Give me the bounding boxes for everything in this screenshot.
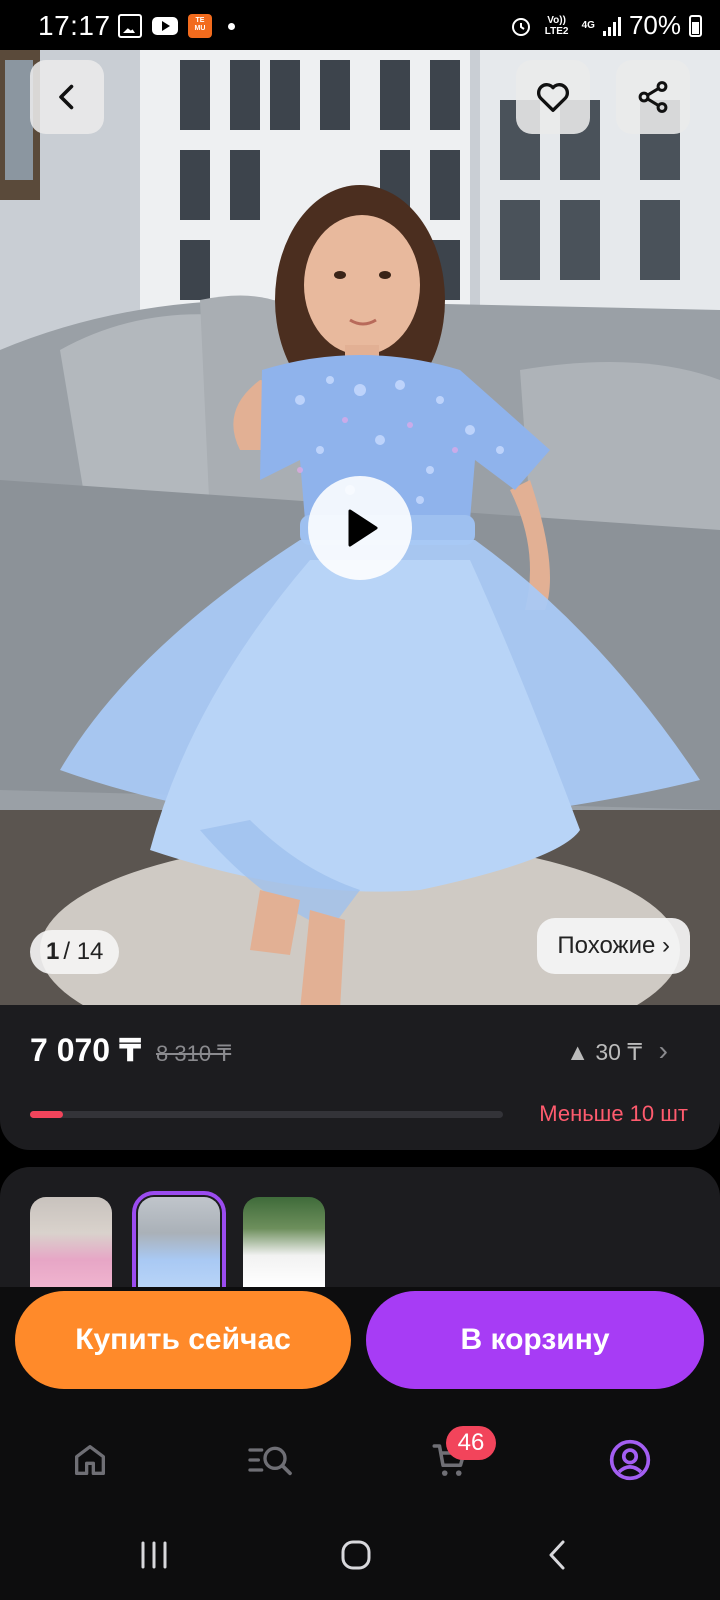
play-icon: [348, 509, 378, 547]
alarm-icon: [511, 17, 530, 36]
stock-progress-bar: [30, 1111, 503, 1118]
battery-icon: [689, 14, 702, 37]
cart-count-badge: 46: [446, 1426, 496, 1460]
price-card: 7 070 ₸ 8 310 ₸ ▲ 30 ₸ › Меньше 10 шт: [0, 1005, 720, 1150]
play-video-button[interactable]: [308, 476, 412, 580]
back-arrow-icon: [549, 1540, 565, 1570]
variant-thumbnail-pink[interactable]: [30, 1197, 112, 1287]
recent-apps-button[interactable]: [124, 1530, 184, 1580]
price-drop[interactable]: ▲ 30 ₸: [566, 1039, 642, 1066]
recent-apps-icon: [141, 1541, 167, 1569]
home-icon: [75, 1445, 106, 1475]
battery-level: 70%: [628, 10, 681, 40]
heart-icon: [537, 83, 569, 113]
youtube-icon: [152, 17, 178, 35]
stock-progress-fill: [30, 1111, 64, 1118]
system-icons: Vo)) LTE2 4G 70%: [510, 10, 702, 41]
notification-icons: TE MU: [118, 14, 235, 38]
chevron-left-icon: [59, 84, 74, 110]
similar-button[interactable]: Похожие ›: [537, 918, 690, 974]
bottom-tab-bar: 46: [0, 1412, 720, 1512]
share-button[interactable]: [616, 60, 690, 134]
gallery-icon: [118, 14, 142, 38]
action-bar: Купить сейчас В корзину: [0, 1287, 720, 1412]
share-icon: [638, 81, 668, 113]
network-type: 4G: [581, 20, 595, 31]
system-navigation-bar: [0, 1512, 720, 1600]
home-nav-button[interactable]: [326, 1530, 386, 1580]
tab-profile[interactable]: [600, 1432, 660, 1488]
back-button[interactable]: [30, 60, 104, 134]
tab-home[interactable]: [60, 1432, 120, 1488]
image-counter: 1 / 14: [30, 930, 120, 974]
image-counter-total: / 14: [63, 938, 104, 965]
product-image[interactable]: 1 / 14 Похожие ›: [0, 50, 720, 1005]
image-counter-current: 1: [46, 938, 60, 965]
back-nav-button[interactable]: [528, 1530, 588, 1580]
more-notifications-dot: [228, 22, 235, 30]
buy-now-button[interactable]: Купить сейчас: [15, 1291, 351, 1389]
similar-label: Похожие ›: [557, 932, 670, 959]
add-to-cart-button[interactable]: В корзину: [366, 1291, 704, 1389]
temu-icon: TE MU: [188, 14, 212, 38]
favorite-button[interactable]: [516, 60, 590, 134]
old-price: 8 310 ₸: [156, 1041, 232, 1066]
stock-status: Меньше 10 шт: [539, 1101, 688, 1126]
tab-catalog[interactable]: [240, 1432, 300, 1488]
home-circle-icon: [341, 1540, 371, 1570]
variant-thumbnail-blue[interactable]: [132, 1191, 226, 1287]
status-bar: 17:17 TE MU Vo)) LTE2 4G 70%: [0, 0, 720, 50]
volte-indicator: Vo)) LTE2: [544, 14, 569, 37]
chevron-right-icon[interactable]: ›: [659, 1035, 668, 1067]
variant-thumbnail-white[interactable]: [243, 1197, 325, 1287]
current-price: 7 070 ₸: [30, 1032, 142, 1068]
signal-icon: [602, 16, 621, 36]
variant-thumbnails: [0, 1167, 720, 1287]
status-time: 17:17: [38, 10, 111, 41]
profile-icon: [609, 1439, 651, 1481]
catalog-search-icon: [248, 1446, 292, 1476]
